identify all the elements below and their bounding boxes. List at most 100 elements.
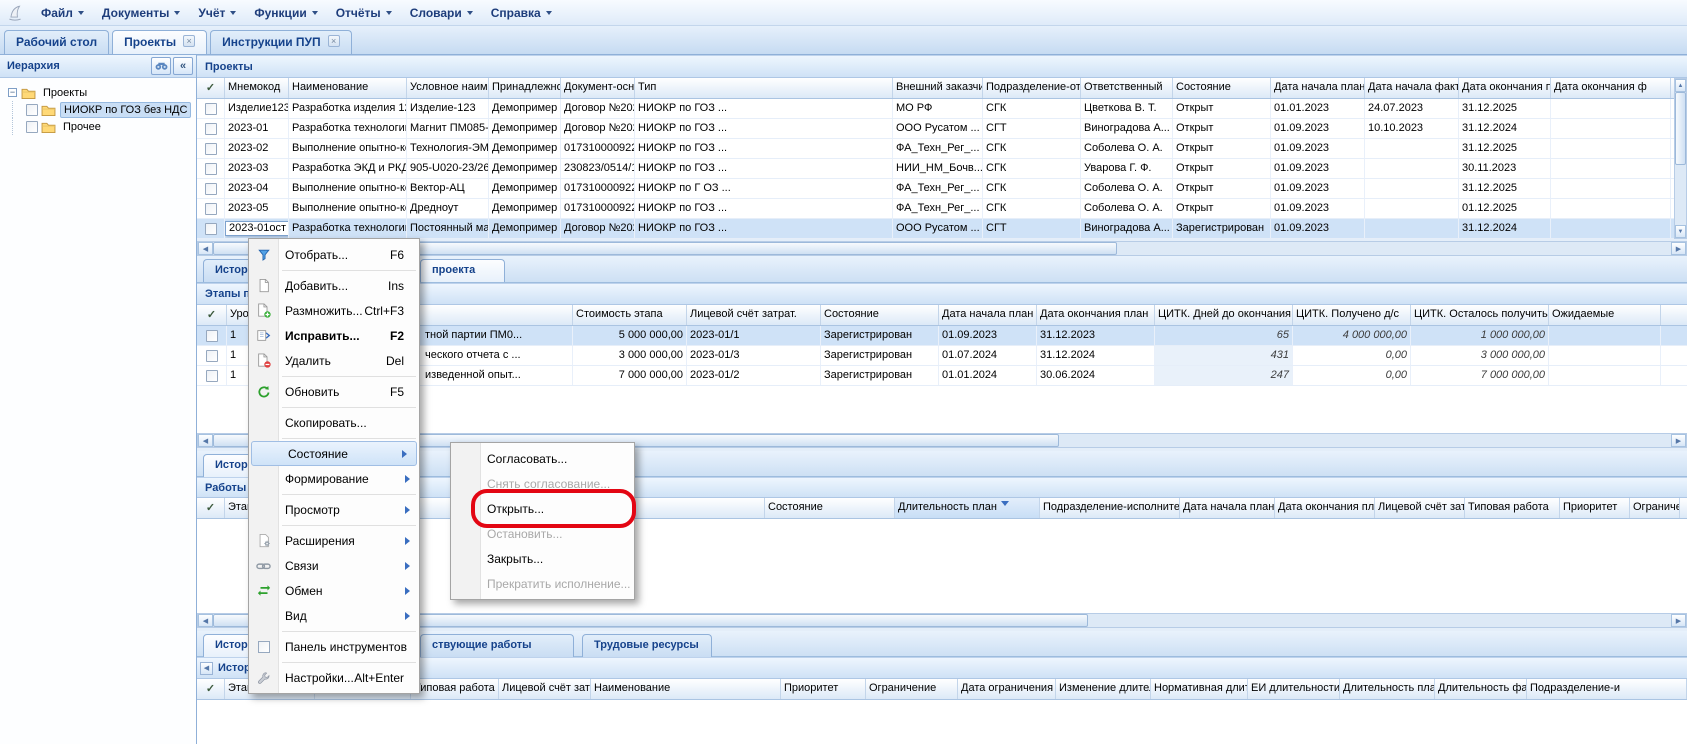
column-header[interactable]: Длительность пла (1340, 679, 1435, 699)
scrollbar-thumb[interactable] (1675, 92, 1686, 165)
column-header[interactable]: Дата ограничения (958, 679, 1056, 699)
tab[interactable]: Инструкции ПУП× (210, 30, 351, 54)
menu-item[interactable]: Связи (249, 553, 419, 578)
column-header[interactable]: Состояние (821, 305, 939, 325)
projects-horizontal-scrollbar[interactable]: ◀ ▶ (197, 241, 1687, 256)
tab[interactable]: Рабочий стол (4, 30, 109, 54)
stages-horizontal-scrollbar[interactable]: ◀ ▶ (197, 433, 1687, 448)
menu-item[interactable]: Согласовать... (451, 446, 634, 471)
select-all-header[interactable]: ✓ (197, 78, 225, 98)
menu-item[interactable]: Отобрать...F6 (249, 242, 419, 267)
select-all-header[interactable]: ✓ (197, 498, 225, 518)
menubar-item[interactable]: Словари (401, 3, 482, 23)
column-header[interactable]: Подразделение-и (1527, 679, 1687, 699)
menu-item[interactable]: Закрыть... (451, 546, 634, 571)
close-tab-icon[interactable]: × (328, 35, 340, 47)
column-header[interactable]: Наименование (289, 78, 407, 98)
row-checkbox[interactable] (205, 203, 217, 215)
column-header[interactable]: Ограничение (866, 679, 958, 699)
table-row[interactable]: 2023-05Выполнение опытно-конс...Дредноут… (197, 199, 1687, 219)
scroll-right-icon[interactable]: ▶ (1671, 434, 1686, 447)
menubar-item[interactable]: Отчёты (327, 3, 401, 23)
table-row[interactable]: 1изведенной опыт...7 000 000,002023-01/2… (197, 366, 1687, 386)
column-header[interactable]: ЦИТК. Осталось получить д/с (1411, 305, 1549, 325)
menu-item[interactable]: Исправить...F2 (249, 323, 419, 348)
collapse-sidebar-button[interactable]: « (173, 57, 193, 75)
column-header[interactable]: Приоритет (1560, 498, 1630, 518)
scroll-left-icon[interactable]: ◀ (198, 614, 213, 627)
menu-item[interactable]: Настройки...Alt+Enter (249, 665, 419, 690)
menu-item[interactable]: Состояние (251, 441, 417, 466)
column-header[interactable]: Состояние (765, 498, 895, 518)
tab[interactable]: ствующие работы (420, 634, 574, 657)
tree-item[interactable]: −Проекты (2, 84, 194, 101)
table-row[interactable]: 1тной партии ПМ0...5 000 000,002023-01/1… (197, 326, 1687, 346)
column-header[interactable]: Внешний заказчик (893, 78, 983, 98)
tree-collapse-icon[interactable]: − (8, 88, 17, 97)
column-header[interactable]: Приоритет (781, 679, 866, 699)
search-tree-button[interactable] (151, 57, 171, 75)
table-row[interactable]: 2023-01Разработка технологии и...Магнит … (197, 119, 1687, 139)
inline-edit-cell[interactable]: 2023-01ост (225, 221, 289, 236)
column-header[interactable]: Подразделение-исполнитель.. (1040, 498, 1180, 518)
column-header[interactable]: Дата окончания ф (1551, 78, 1671, 98)
menu-item[interactable]: Открыть... (451, 496, 634, 521)
menu-item[interactable]: Расширения (249, 528, 419, 553)
scroll-left-icon[interactable]: ◀ (198, 434, 213, 447)
column-header[interactable]: Лицевой счёт затр (499, 679, 591, 699)
select-all-header[interactable]: ✓ (197, 679, 225, 699)
menu-item[interactable]: Добавить...Ins (249, 273, 419, 298)
column-header[interactable]: Ограничени (1630, 498, 1680, 518)
column-header[interactable]: ЕИ длительности (1248, 679, 1340, 699)
row-checkbox[interactable] (205, 163, 217, 175)
works-horizontal-scrollbar[interactable]: ◀ ▶ (197, 613, 1687, 628)
column-header[interactable]: Состояние (1173, 78, 1271, 98)
row-checkbox[interactable] (206, 350, 218, 362)
table-row[interactable]: 2023-04Выполнение опытно-конс...Вектор-А… (197, 179, 1687, 199)
table-row[interactable]: Изделие123Разработка изделия 123Изделие-… (197, 99, 1687, 119)
menu-item[interactable]: Формирование (249, 466, 419, 491)
row-checkbox[interactable] (205, 143, 217, 155)
row-checkbox[interactable] (206, 370, 218, 382)
column-header[interactable]: Наименование (591, 679, 781, 699)
table-row[interactable]: 2023-01остРазработка технологии и...Пост… (197, 219, 1687, 239)
column-header[interactable]: Дата окончания план (1037, 305, 1155, 325)
column-header[interactable]: Длительность фак (1435, 679, 1527, 699)
close-tab-icon[interactable]: × (183, 35, 195, 47)
tree-item[interactable]: НИОКР по ГОЗ без НДС (2, 101, 194, 118)
menu-item[interactable]: Панель инструментов (249, 634, 419, 659)
menubar-item[interactable]: Файл (32, 3, 93, 23)
tree-checkbox[interactable] (26, 121, 38, 133)
scroll-right-icon[interactable]: ▶ (1671, 614, 1686, 627)
menu-item[interactable]: Обмен (249, 578, 419, 603)
scroll-up-icon[interactable]: ▲ (1675, 79, 1686, 92)
menu-item[interactable]: УдалитьDel (249, 348, 419, 373)
tab[interactable]: Трудовые ресурсы (582, 634, 712, 657)
scroll-left-icon[interactable]: ◀ (198, 242, 213, 255)
column-header[interactable]: Дата начала план (939, 305, 1037, 325)
column-header[interactable]: Подразделение-от (983, 78, 1081, 98)
column-header[interactable]: ЦИТК. Получено д/с (1293, 305, 1411, 325)
column-header[interactable]: Лицевой счёт затр (1375, 498, 1465, 518)
column-header[interactable]: Принадлежность (489, 78, 561, 98)
column-header[interactable]: Дата начала факт. (1365, 78, 1459, 98)
row-checkbox[interactable] (205, 223, 217, 235)
column-header[interactable]: Ожидаемые (1549, 305, 1661, 325)
menubar-item[interactable]: Справка (482, 3, 561, 23)
menu-item[interactable]: ОбновитьF5 (249, 379, 419, 404)
menu-item[interactable]: Вид (249, 603, 419, 628)
menubar-item[interactable]: Учёт (189, 3, 245, 23)
menu-item[interactable]: Скопировать... (249, 410, 419, 435)
row-checkbox[interactable] (206, 330, 218, 342)
scroll-right-icon[interactable]: ▶ (1671, 242, 1686, 255)
menu-item[interactable]: Размножить...Ctrl+F3 (249, 298, 419, 323)
tree-item[interactable]: Прочее (2, 118, 194, 135)
column-header[interactable]: Дата начала план. (1180, 498, 1275, 518)
menubar-item[interactable]: Функции (245, 3, 326, 23)
column-header[interactable]: Ответственный (1081, 78, 1173, 98)
menu-item[interactable]: Просмотр (249, 497, 419, 522)
projects-vertical-scrollbar[interactable]: ▲ ▼ (1674, 78, 1687, 239)
column-header[interactable]: Длительность план (895, 498, 1040, 518)
column-header[interactable]: Нормативная длит (1151, 679, 1248, 699)
column-header[interactable]: Типовая работа (1465, 498, 1560, 518)
